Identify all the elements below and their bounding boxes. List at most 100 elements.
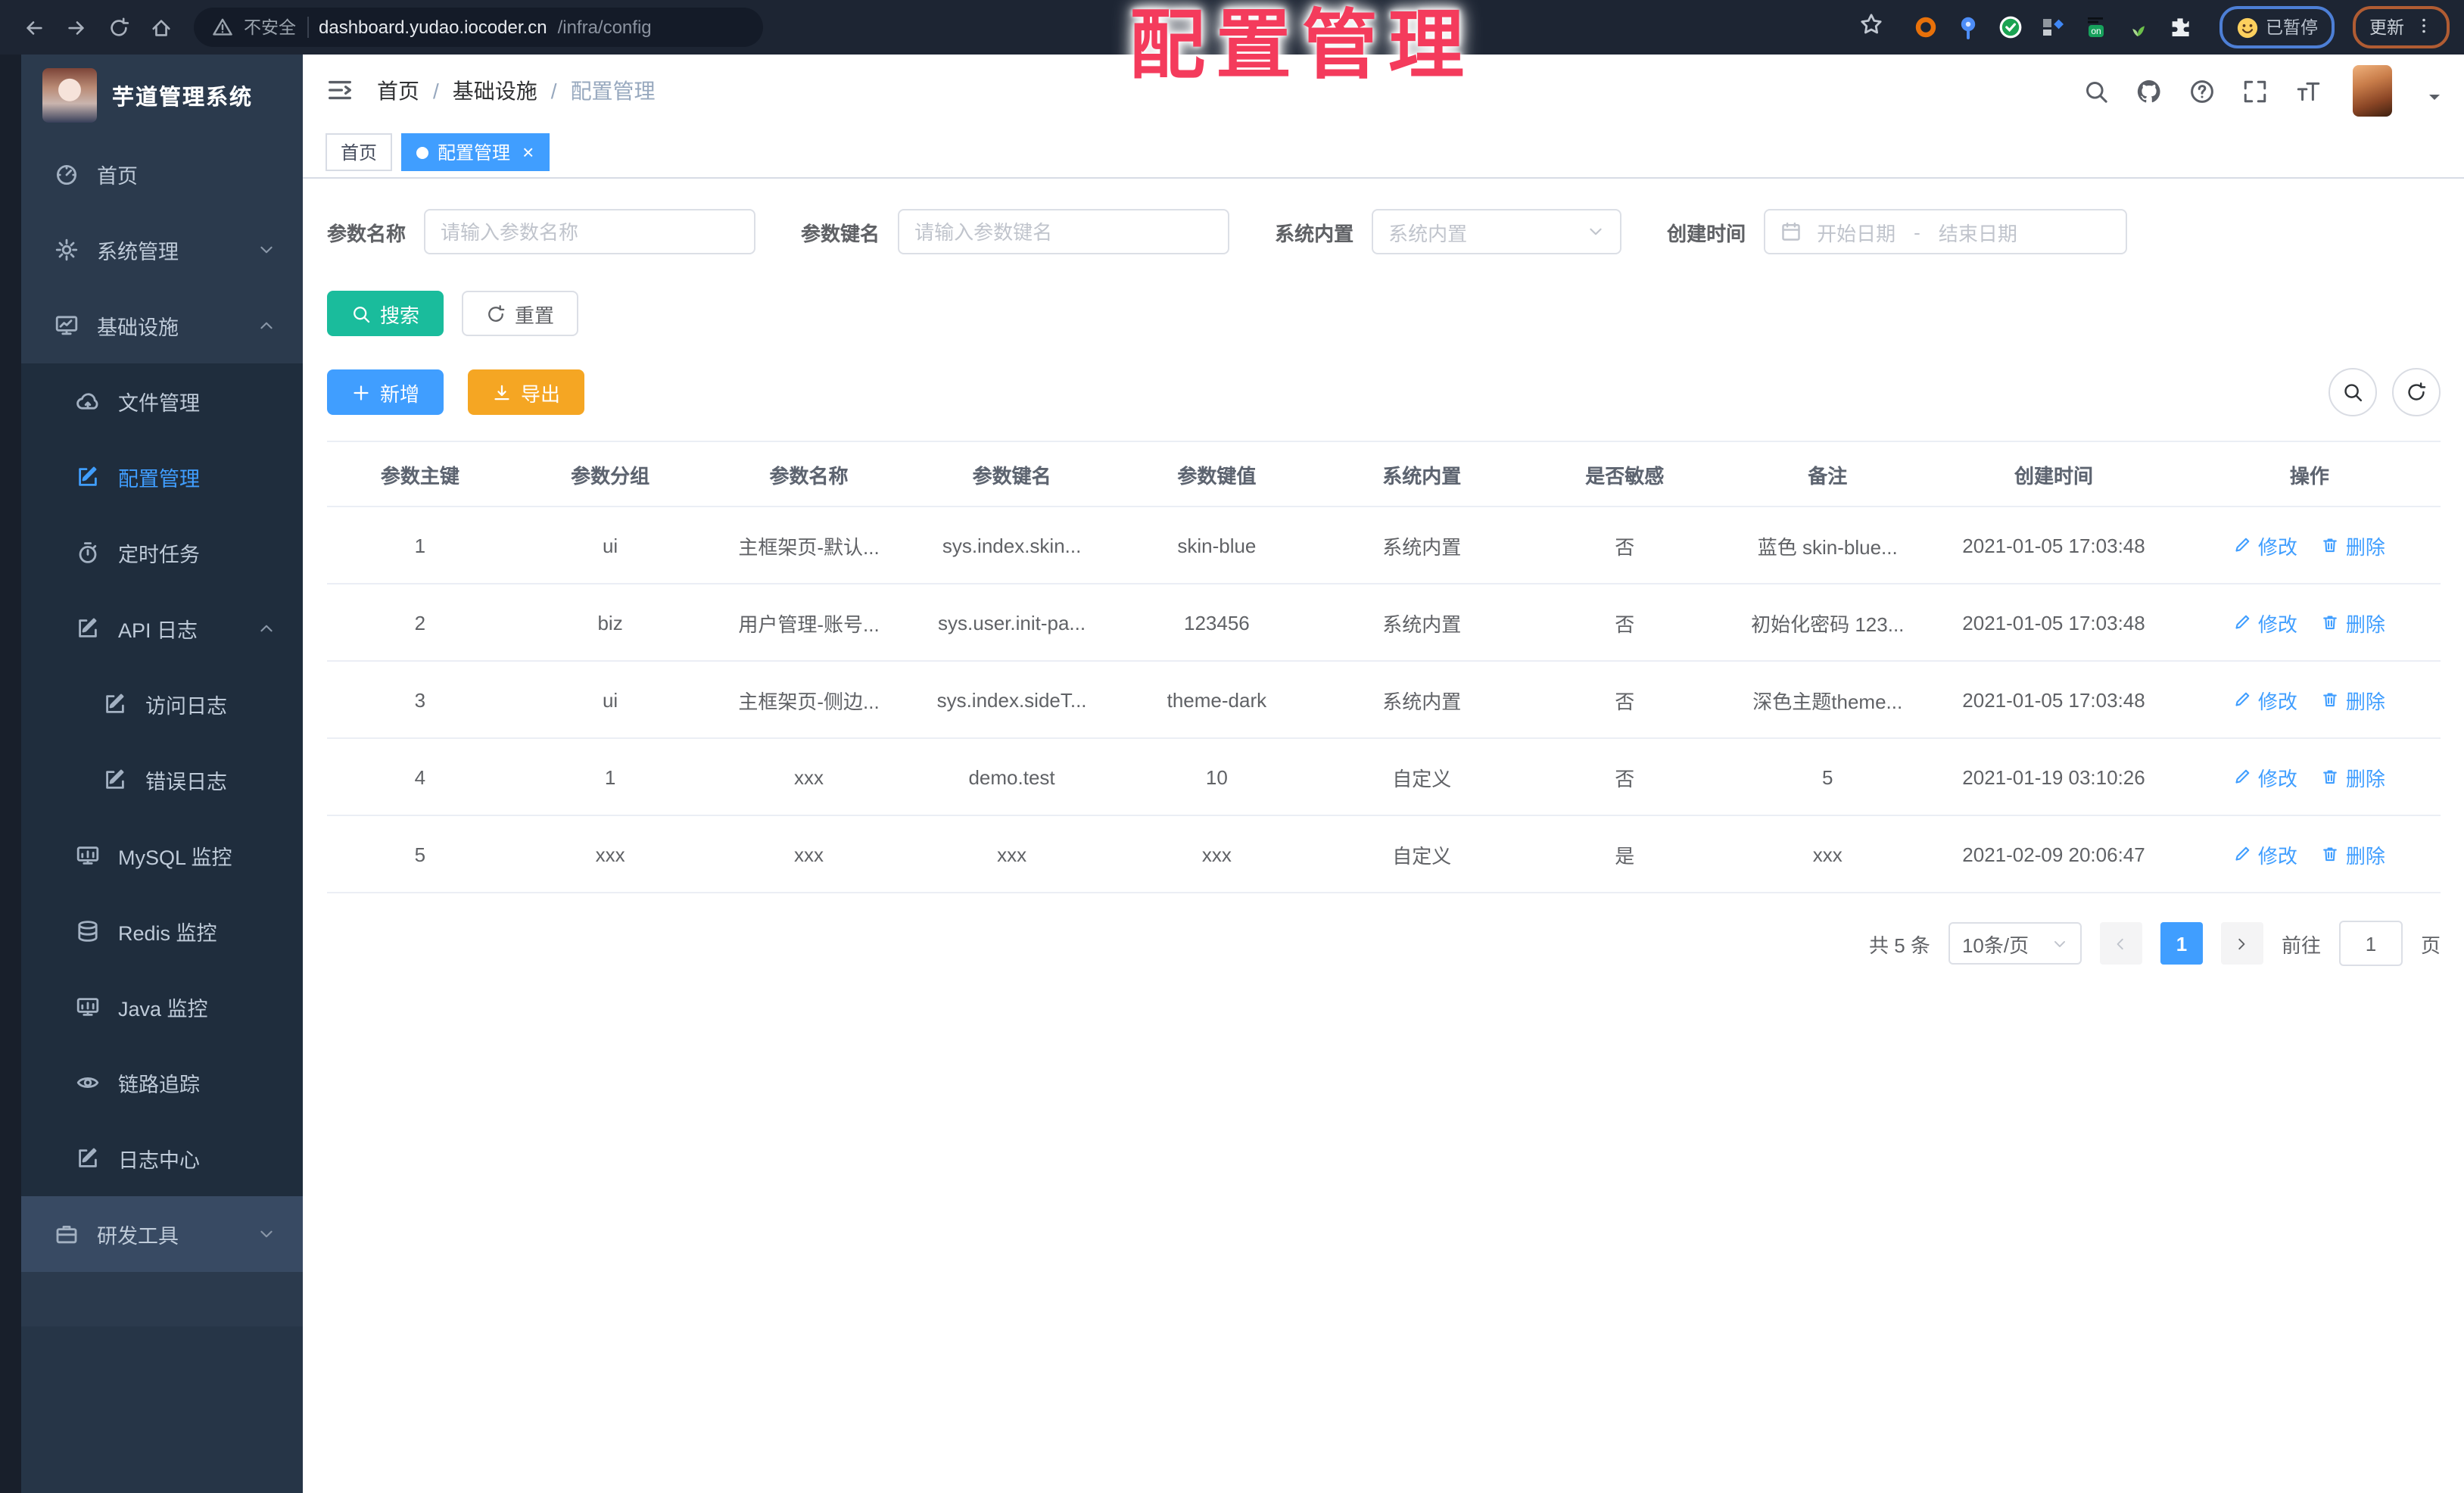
security-warning-icon[interactable] xyxy=(212,17,233,38)
browser-toolbar: 不安全 dashboard.yudao.iocoder.cn/infra/con… xyxy=(0,0,2464,55)
delete-link[interactable]: 删除 xyxy=(2322,840,2385,868)
sidebar-item-dev-tools[interactable]: 研发工具 xyxy=(21,1196,303,1272)
sidebar-item-error-log[interactable]: 错误日志 xyxy=(21,742,303,818)
system-builtin-select[interactable]: 系统内置 xyxy=(1372,209,1622,254)
search-button[interactable]: 搜索 xyxy=(327,291,444,336)
export-button[interactable]: 导出 xyxy=(468,369,585,415)
end-date-placeholder: 结束日期 xyxy=(1938,222,2017,245)
breadcrumb-item[interactable]: 基础设施 xyxy=(453,76,537,106)
sidebar-item-java[interactable]: Java 监控 xyxy=(21,969,303,1045)
extension-pin-icon[interactable] xyxy=(1954,14,1981,41)
monitor-chart-icon xyxy=(55,313,79,338)
delete-link[interactable]: 删除 xyxy=(2322,685,2385,714)
extension-blocks-icon[interactable] xyxy=(2039,14,2066,41)
user-avatar[interactable] xyxy=(2353,65,2392,117)
next-page-button[interactable] xyxy=(2220,922,2263,965)
fullscreen-icon[interactable] xyxy=(2241,77,2268,104)
sidebar-item-api-log[interactable]: API 日志 xyxy=(21,591,303,666)
edit-link[interactable]: 修改 xyxy=(2234,685,2297,714)
url-path: /infra/config xyxy=(557,17,652,38)
edit-link[interactable]: 修改 xyxy=(2234,762,2297,791)
toggle-search-button[interactable] xyxy=(2328,368,2377,416)
edit-link[interactable]: 修改 xyxy=(2234,608,2297,637)
menu-kebab-icon[interactable] xyxy=(2415,17,2433,38)
table-toolbar: 新增 导出 xyxy=(327,368,2441,416)
sidebar-item-label: 系统管理 xyxy=(97,241,179,263)
sidebar-item-label: 定时任务 xyxy=(118,544,200,566)
sidebar-item-job[interactable]: 定时任务 xyxy=(21,515,303,591)
address-bar[interactable]: 不安全 dashboard.yudao.iocoder.cn/infra/con… xyxy=(194,8,763,47)
table-header-row: 参数主键 参数分组 参数名称 参数键名 参数键值 系统内置 是否敏感 备注 创建时间 操作 xyxy=(327,441,2441,507)
edit-link-label: 修改 xyxy=(2257,844,2297,867)
table-cell: 系统内置 xyxy=(1320,584,1524,662)
close-icon[interactable]: × xyxy=(522,142,534,162)
sidebar-item-trace[interactable]: 链路追踪 xyxy=(21,1045,303,1121)
github-icon[interactable] xyxy=(2135,77,2162,104)
caret-down-icon[interactable] xyxy=(2427,89,2442,104)
font-size-icon[interactable] xyxy=(2294,77,2321,104)
sidebar-item-system[interactable]: 系统管理 xyxy=(21,212,303,288)
sidebar-item-config[interactable]: 配置管理 xyxy=(21,439,303,515)
param-key-label: 参数键名 xyxy=(801,222,880,245)
sidebar-item-redis[interactable]: Redis 监控 xyxy=(21,893,303,969)
app-logo[interactable]: 芋道管理系统 xyxy=(21,55,303,136)
extension-on-badge-icon[interactable]: on xyxy=(2081,14,2108,41)
prev-page-button[interactable] xyxy=(2099,922,2142,965)
page-size-select[interactable]: 10条/页 xyxy=(1948,922,2082,965)
goto-page-input[interactable]: 1 xyxy=(2338,921,2403,966)
goto-label: 前往 xyxy=(2281,934,2321,956)
system-builtin-label: 系统内置 xyxy=(1275,222,1354,245)
sidebar: 芋道管理系统 首页系统管理基础设施 文件管理 配置管理定时任务 API 日志 访问日志错… xyxy=(0,55,303,1493)
breadcrumb-item[interactable]: 首页 xyxy=(377,76,419,106)
table-row: 4 1 xxx demo.test 10 自定义否 5 2021-01-19 03:10:26… xyxy=(327,738,2441,816)
date-range-picker[interactable]: 开始日期 - 结束日期 xyxy=(1764,209,2128,254)
download-icon xyxy=(492,382,512,402)
breadcrumb-separator: / xyxy=(550,79,557,103)
edit-link[interactable]: 修改 xyxy=(2234,840,2297,868)
chrome-update-button[interactable]: 更新 xyxy=(2353,6,2450,48)
refresh-table-button[interactable] xyxy=(2392,368,2441,416)
sidebar-item-label: 错误日志 xyxy=(145,771,227,793)
home-icon[interactable] xyxy=(142,9,179,45)
table-cell: 否 xyxy=(1523,738,1727,816)
trash-icon xyxy=(2322,613,2340,631)
edit-pencil-icon xyxy=(2234,613,2252,631)
sidebar-submenu-infra: 文件管理 配置管理定时任务 API 日志 访问日志错误日志 MySQL 监控 Redis … xyxy=(21,363,303,1196)
add-button[interactable]: 新增 xyxy=(327,369,444,415)
column-header: 参数键名 xyxy=(910,441,1114,507)
extension-check-icon[interactable] xyxy=(1996,14,2023,41)
sidebar-item-mysql[interactable]: MySQL 监控 xyxy=(21,818,303,893)
back-icon[interactable] xyxy=(15,9,51,45)
sidebar-item-infra[interactable]: 基础设施 xyxy=(21,288,303,363)
edit-link[interactable]: 修改 xyxy=(2234,531,2297,559)
table-cell: 用户管理-账号... xyxy=(707,584,911,662)
reset-button[interactable]: 重置 xyxy=(462,291,579,336)
tab-active[interactable]: 配置管理 × xyxy=(401,133,550,171)
extension-puzzle-icon[interactable] xyxy=(2166,14,2193,41)
pagination: 共 5 条 10条/页 1 前往 1 页 xyxy=(327,921,2441,966)
page-number-button[interactable]: 1 xyxy=(2160,922,2203,965)
delete-link[interactable]: 删除 xyxy=(2322,608,2385,637)
top-navbar: 首页 / 基础设施 / 配置管理 xyxy=(303,55,2464,127)
param-name-label: 参数名称 xyxy=(327,222,407,245)
param-name-input[interactable] xyxy=(424,209,756,254)
param-key-input[interactable] xyxy=(898,209,1230,254)
delete-link[interactable]: 删除 xyxy=(2322,762,2385,791)
forward-icon[interactable] xyxy=(58,9,94,45)
sidebar-item-file[interactable]: 文件管理 xyxy=(21,363,303,439)
tab-item[interactable]: 首页 xyxy=(326,133,393,171)
search-icon[interactable] xyxy=(2082,77,2109,104)
delete-link[interactable]: 删除 xyxy=(2322,531,2385,559)
hamburger-fold-icon[interactable] xyxy=(326,76,356,106)
extension-ring-icon[interactable] xyxy=(1911,14,1939,41)
profile-paused-badge[interactable]: 已暂停 xyxy=(2219,6,2335,48)
screen: 不安全 dashboard.yudao.iocoder.cn/infra/con… xyxy=(0,0,2464,1493)
help-icon[interactable] xyxy=(2188,77,2215,104)
sidebar-item-access-log[interactable]: 访问日志 xyxy=(21,666,303,742)
sidebar-item-log-center[interactable]: 日志中心 xyxy=(21,1121,303,1196)
bookmark-star-icon[interactable] xyxy=(1858,12,1889,42)
reload-icon[interactable] xyxy=(100,9,136,45)
page-content: 参数名称 参数键名 系统内置 系统内置 xyxy=(303,179,2464,1493)
extension-sprout-icon[interactable] xyxy=(2123,14,2151,41)
sidebar-item-home[interactable]: 首页 xyxy=(21,136,303,212)
